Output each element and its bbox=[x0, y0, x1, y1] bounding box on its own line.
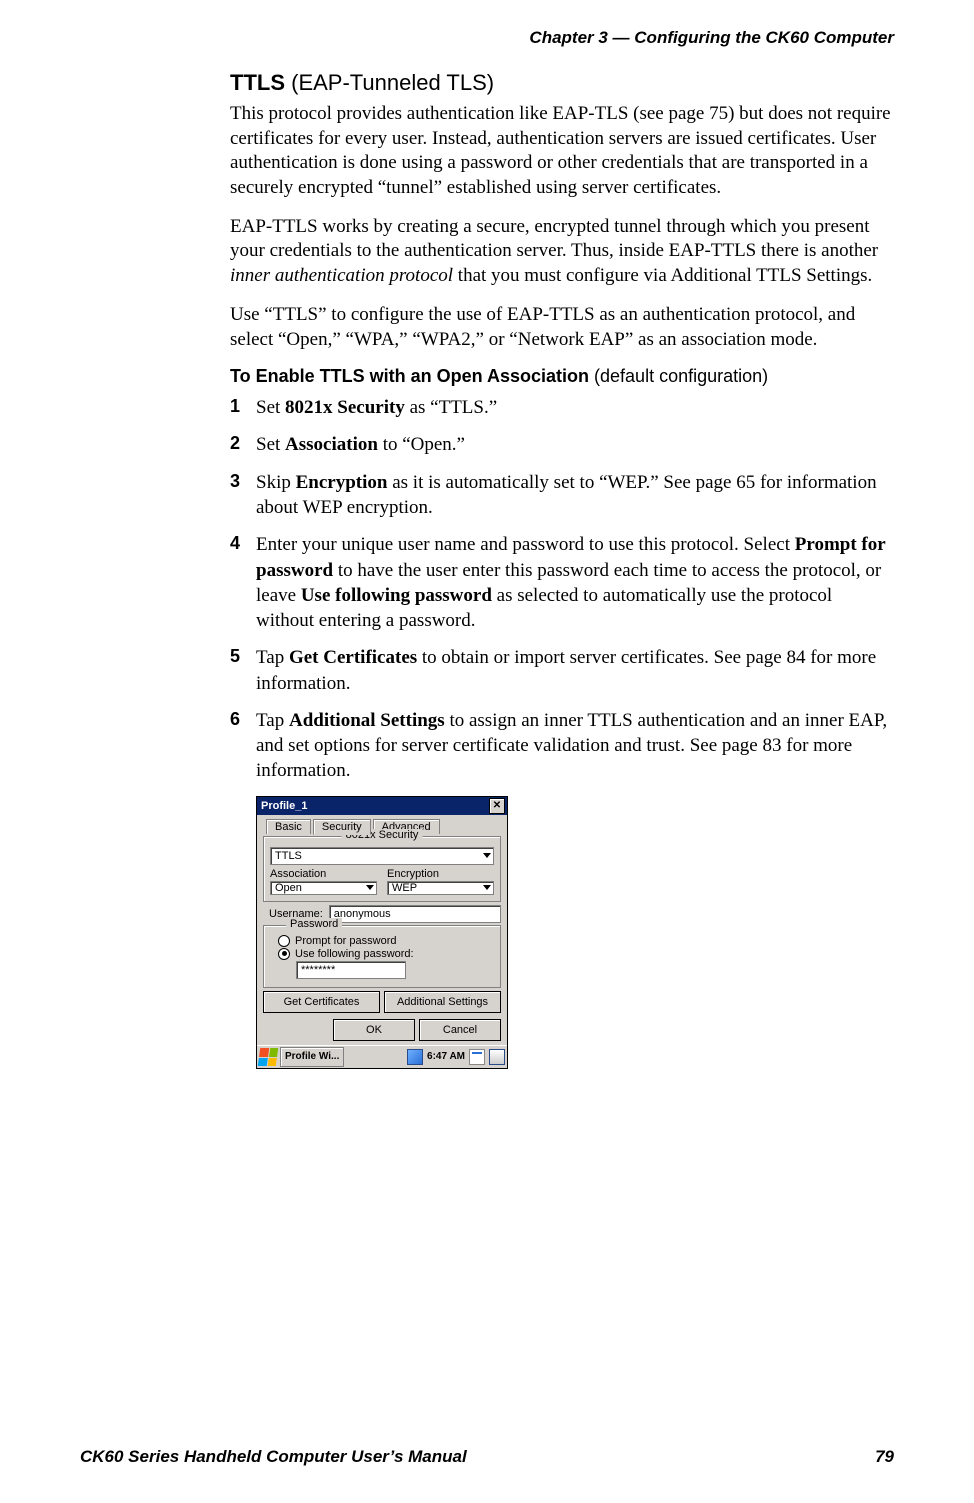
chapter-header: Chapter 3 — Configuring the CK60 Compute… bbox=[80, 28, 894, 48]
procedure-heading-bold: To Enable TTLS with an Open Association bbox=[230, 366, 589, 386]
dialog-titlebar[interactable]: Profile_1 ✕ bbox=[257, 797, 507, 815]
step-2: Set Association to “Open.” bbox=[230, 432, 894, 457]
step-1: Set 8021x Security as “TTLS.” bbox=[230, 395, 894, 420]
section-title-sub: (EAP-Tunneled TLS) bbox=[285, 70, 494, 95]
chevron-down-icon bbox=[483, 853, 491, 858]
paragraph-1: This protocol provides authentication li… bbox=[230, 102, 894, 201]
system-tray: 6:47 AM bbox=[407, 1049, 505, 1065]
chevron-down-icon bbox=[366, 885, 374, 890]
encryption-select[interactable]: WEP bbox=[387, 881, 494, 895]
password-group-label: Password bbox=[286, 918, 342, 930]
security-select-value: TTLS bbox=[275, 850, 302, 862]
radio-prompt-label: Prompt for password bbox=[295, 935, 396, 947]
radio-prompt[interactable] bbox=[278, 935, 290, 947]
footer-manual-title: CK60 Series Handheld Computer User’s Man… bbox=[80, 1447, 467, 1467]
chevron-down-icon bbox=[483, 885, 491, 890]
encryption-select-value: WEP bbox=[392, 882, 417, 894]
step-3: Skip Encryption as it is automatically s… bbox=[230, 470, 894, 521]
password-input[interactable]: ******** bbox=[296, 961, 406, 979]
card-icon[interactable] bbox=[469, 1049, 485, 1065]
ok-button[interactable]: OK bbox=[333, 1019, 415, 1041]
taskbar: Profile Wi... 6:47 AM bbox=[257, 1045, 507, 1068]
para2-post: that you must configure via Additional T… bbox=[453, 265, 872, 286]
start-button[interactable] bbox=[259, 1048, 277, 1066]
connectivity-icon[interactable] bbox=[407, 1049, 423, 1065]
step-5: Tap Get Certificates to obtain or import… bbox=[230, 645, 894, 696]
steps-list: Set 8021x Security as “TTLS.” Set Associ… bbox=[230, 395, 894, 783]
radio-use-following[interactable] bbox=[278, 948, 290, 960]
keyboard-icon[interactable] bbox=[489, 1049, 505, 1065]
security-groupbox: 8021x Security TTLS Association Open bbox=[263, 836, 501, 902]
section-title: TTLS (EAP-Tunneled TLS) bbox=[230, 70, 894, 96]
procedure-heading-rest: (default configuration) bbox=[589, 366, 768, 386]
encryption-label: Encryption bbox=[387, 868, 494, 880]
paragraph-3: Use “TTLS” to configure the use of EAP-T… bbox=[230, 303, 894, 352]
para2-pre: EAP-TTLS works by creating a secure, enc… bbox=[230, 216, 878, 262]
footer-page-number: 79 bbox=[875, 1447, 894, 1467]
additional-settings-button[interactable]: Additional Settings bbox=[384, 991, 501, 1013]
step-6: Tap Additional Settings to assign an inn… bbox=[230, 708, 894, 784]
close-icon: ✕ bbox=[493, 800, 501, 811]
windows-logo-icon bbox=[258, 1048, 279, 1066]
get-certificates-button[interactable]: Get Certificates bbox=[263, 991, 380, 1013]
taskbar-app-button[interactable]: Profile Wi... bbox=[280, 1047, 344, 1067]
password-value: ******** bbox=[301, 964, 335, 976]
username-value: anonymous bbox=[334, 908, 391, 920]
association-select[interactable]: Open bbox=[270, 881, 377, 895]
profile-dialog: Profile_1 ✕ Basic Security Advanced 8021… bbox=[256, 796, 508, 1069]
radio-prompt-row[interactable]: Prompt for password bbox=[278, 935, 494, 947]
security-select[interactable]: TTLS bbox=[270, 847, 494, 865]
section-title-main: TTLS bbox=[230, 70, 285, 95]
cancel-button[interactable]: Cancel bbox=[419, 1019, 501, 1041]
step-4: Enter your unique user name and password… bbox=[230, 532, 894, 633]
username-input[interactable]: anonymous bbox=[329, 905, 501, 923]
association-select-value: Open bbox=[275, 882, 302, 894]
dialog-title: Profile_1 bbox=[261, 800, 307, 812]
password-groupbox: Password Prompt for password Use followi… bbox=[263, 925, 501, 988]
taskbar-clock: 6:47 AM bbox=[427, 1051, 465, 1062]
tab-security[interactable]: Security bbox=[313, 819, 371, 835]
procedure-heading: To Enable TTLS with an Open Association … bbox=[230, 366, 894, 387]
close-button[interactable]: ✕ bbox=[489, 798, 505, 814]
radio-dot-icon bbox=[282, 951, 287, 956]
radio-use-label: Use following password: bbox=[295, 948, 414, 960]
paragraph-2: EAP-TTLS works by creating a secure, enc… bbox=[230, 215, 894, 289]
document-body: TTLS (EAP-Tunneled TLS) This protocol pr… bbox=[230, 70, 894, 1069]
radio-use-row[interactable]: Use following password: bbox=[278, 948, 494, 960]
association-label: Association bbox=[270, 868, 377, 880]
tab-basic[interactable]: Basic bbox=[266, 819, 311, 834]
para2-emph: inner authentication protocol bbox=[230, 265, 453, 286]
